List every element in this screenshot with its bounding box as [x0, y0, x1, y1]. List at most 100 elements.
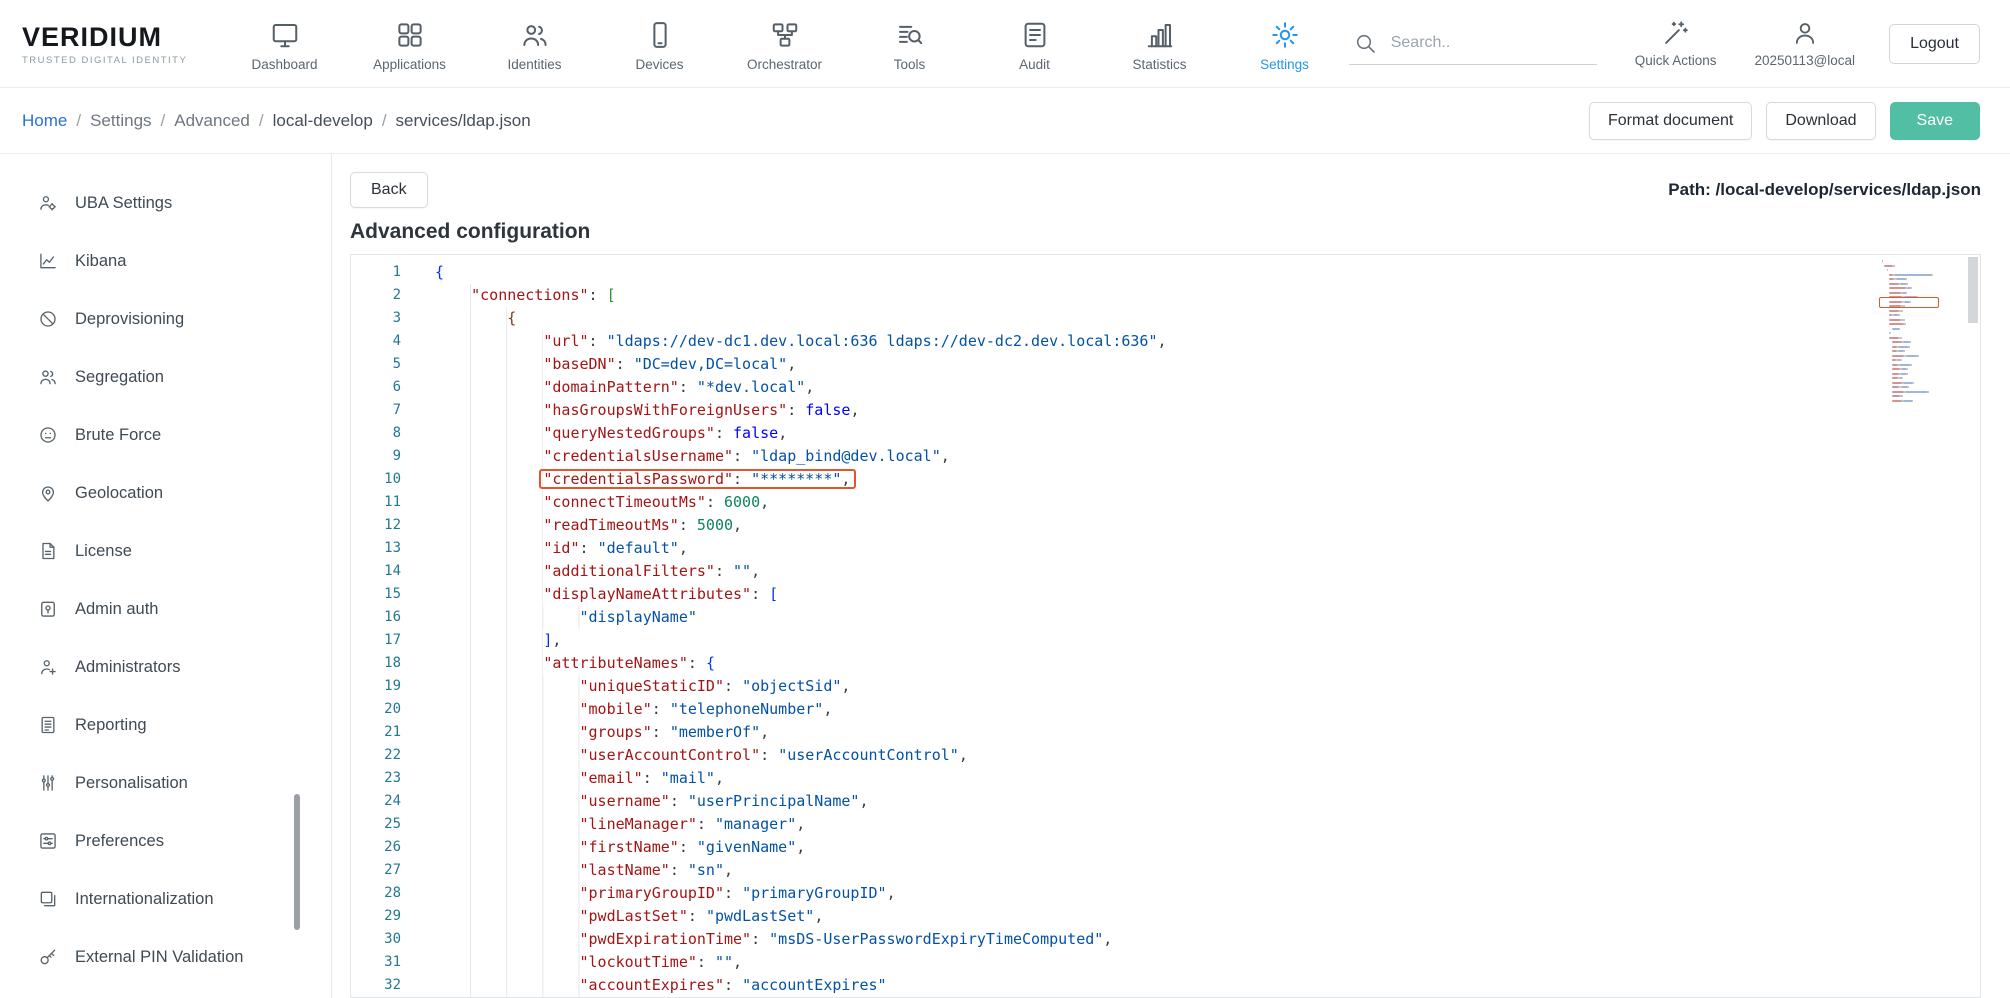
line-content: "firstName": "givenName", — [435, 836, 805, 859]
file-path-label: Path: /local-develop/services/ldap.json — [1668, 180, 1981, 200]
sidebar-item-label: Brute Force — [75, 426, 161, 445]
line-content: { — [435, 261, 444, 284]
quick-actions-button[interactable]: Quick Actions — [1635, 19, 1717, 68]
sidebar-item-admin-auth[interactable]: Admin auth — [0, 580, 331, 638]
line-number: 6 — [351, 376, 401, 399]
line-content: "pwdLastSet": "pwdLastSet", — [435, 905, 823, 928]
sidebar-item-label: Reporting — [75, 716, 147, 735]
document-icon — [38, 541, 58, 561]
person-gear-icon — [38, 193, 58, 213]
line-number: 25 — [351, 813, 401, 836]
statistics-icon — [1145, 20, 1175, 50]
line-content: "attributeNames": { — [435, 652, 715, 675]
code-line-22: 22 "userAccountControl": "userAccountCon… — [351, 744, 1876, 767]
code-line-7: 7 "hasGroupsWithForeignUsers": false, — [351, 399, 1876, 422]
sidebar-scrollbar-thumb[interactable] — [294, 794, 300, 930]
format-document-button[interactable]: Format document — [1589, 102, 1752, 140]
shield-lock-icon — [38, 599, 58, 619]
sidebar-item-overflow[interactable] — [0, 154, 331, 174]
people-icon — [520, 20, 550, 50]
back-button[interactable]: Back — [350, 172, 428, 208]
sidebar-item-preferences[interactable]: Preferences — [0, 812, 331, 870]
sidebar-item-label: External PIN Validation — [75, 948, 243, 967]
breadcrumb: Home/Settings/Advanced/local-develop/ser… — [22, 111, 531, 131]
line-number: 26 — [351, 836, 401, 859]
sidebar-item-kibana[interactable]: Kibana — [0, 232, 331, 290]
gear-icon — [1270, 20, 1300, 50]
nav-item-tools[interactable]: Tools — [847, 16, 972, 72]
line-content: "connections": [ — [435, 284, 616, 307]
nav-item-label: Devices — [635, 57, 683, 72]
monitor-icon — [270, 20, 300, 50]
line-content: "credentialsUsername": "ldap_bind@dev.lo… — [435, 445, 950, 468]
username-label: 20250113@local — [1755, 53, 1856, 68]
sidebar-item-license[interactable]: License — [0, 522, 331, 580]
line-content: "groups": "memberOf", — [435, 721, 769, 744]
breadcrumb-item-local-develop: local-develop — [273, 111, 373, 131]
line-number: 3 — [351, 307, 401, 330]
save-button[interactable]: Save — [1890, 102, 1980, 140]
search-input[interactable] — [1391, 34, 1566, 52]
nav-item-statistics[interactable]: Statistics — [1097, 16, 1222, 72]
line-number: 9 — [351, 445, 401, 468]
breadcrumb-separator: / — [382, 111, 387, 131]
quick-actions-label: Quick Actions — [1635, 53, 1717, 68]
breadcrumb-item-services-ldap-json: services/ldap.json — [396, 111, 531, 131]
sidebar-item-uba-settings[interactable]: UBA Settings — [0, 174, 331, 232]
editor-scrollbar-thumb[interactable] — [1968, 257, 1978, 323]
line-number: 14 — [351, 560, 401, 583]
device-icon — [645, 20, 675, 50]
sidebar-item-personalisation[interactable]: Personalisation — [0, 754, 331, 812]
sidebar-item-label: Kibana — [75, 252, 126, 271]
sidebar-item-external-pin-validation[interactable]: External PIN Validation — [0, 928, 331, 986]
sidebar-item-geolocation[interactable]: Geolocation — [0, 464, 331, 522]
line-content: "username": "userPrincipalName", — [435, 790, 869, 813]
sliders-box-icon — [38, 831, 58, 851]
grid-icon — [395, 20, 425, 50]
person-plus-icon — [38, 657, 58, 677]
line-number: 17 — [351, 629, 401, 652]
user-menu[interactable]: 20250113@local — [1755, 19, 1856, 68]
nav-item-label: Orchestrator — [747, 57, 822, 72]
minimap-line — [1882, 399, 1962, 404]
sidebar-item-internationalization[interactable]: Internationalization — [0, 870, 331, 928]
code-line-11: 11 "connectTimeoutMs": 6000, — [351, 491, 1876, 514]
code-line-9: 9 "credentialsUsername": "ldap_bind@dev.… — [351, 445, 1876, 468]
nav-item-label: Dashboard — [251, 57, 317, 72]
line-content: "id": "default", — [435, 537, 688, 560]
nav-item-applications[interactable]: Applications — [347, 16, 472, 72]
nav-item-identities[interactable]: Identities — [472, 16, 597, 72]
code-line-15: 15 "displayNameAttributes": [ — [351, 583, 1876, 606]
nav-item-settings[interactable]: Settings — [1222, 16, 1347, 72]
breadcrumb-item-home[interactable]: Home — [22, 111, 67, 131]
line-number: 2 — [351, 284, 401, 307]
nav-item-audit[interactable]: Audit — [972, 16, 1097, 72]
breadcrumb-item-settings[interactable]: Settings — [90, 111, 151, 131]
logout-button[interactable]: Logout — [1889, 24, 1980, 64]
sidebar-item-reporting[interactable]: Reporting — [0, 696, 331, 754]
line-number: 1 — [351, 261, 401, 284]
download-button[interactable]: Download — [1766, 102, 1875, 140]
breadcrumb-item-advanced[interactable]: Advanced — [174, 111, 250, 131]
sidebar-item-brute-force[interactable]: Brute Force — [0, 406, 331, 464]
code-line-2: 2 "connections": [ — [351, 284, 1876, 307]
sidebar-item-administrators[interactable]: Administrators — [0, 638, 331, 696]
sidebar-item-radius-client[interactable]: Radius Client — [0, 986, 331, 998]
editor-minimap[interactable] — [1876, 255, 1966, 997]
line-number: 21 — [351, 721, 401, 744]
app-root: VERIDIUM TRUSTED DIGITAL IDENTITY Dashbo… — [0, 0, 2010, 998]
main-content: Back Path: /local-develop/services/ldap.… — [332, 154, 2010, 998]
nav-item-orchestrator[interactable]: Orchestrator — [722, 16, 847, 72]
sidebar-item-segregation[interactable]: Segregation — [0, 348, 331, 406]
editor-code-area[interactable]: 1{2 "connections": [3 {4 "url": "ldaps:/… — [351, 255, 1876, 997]
sidebar-item-deprovisioning[interactable]: Deprovisioning — [0, 290, 331, 348]
line-content: "lastName": "sn", — [435, 859, 733, 882]
code-line-26: 26 "firstName": "givenName", — [351, 836, 1876, 859]
line-content: "pwdExpirationTime": "msDS-UserPasswordE… — [435, 928, 1112, 951]
line-content: "lineManager": "manager", — [435, 813, 805, 836]
nav-item-devices[interactable]: Devices — [597, 16, 722, 72]
editor-scrollbar[interactable] — [1966, 255, 1980, 997]
sidebar-item-label: Preferences — [75, 832, 164, 851]
line-number: 12 — [351, 514, 401, 537]
nav-item-dashboard[interactable]: Dashboard — [222, 16, 347, 72]
